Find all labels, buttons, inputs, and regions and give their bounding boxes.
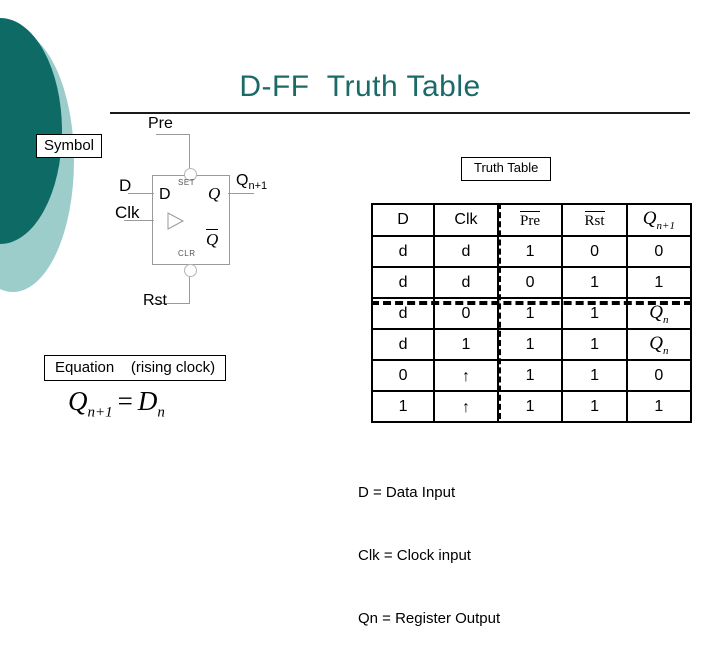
- equation-section-label: Equation (rising clock): [44, 355, 227, 382]
- table-async-sync-divider-vertical: [498, 203, 501, 419]
- cell-rst: 1: [561, 390, 628, 423]
- qnext-subscript: n+1: [248, 180, 268, 193]
- clr-inversion-bubble-icon: [184, 264, 197, 277]
- pin-set-label: SET: [178, 178, 196, 187]
- cell-rst: 0: [561, 235, 628, 268]
- column-header-qnext-math: Qn+1: [642, 208, 675, 232]
- legend-line-d: D = Data Input: [358, 484, 456, 501]
- legend-line-clk: Clk = Clock input: [358, 547, 471, 564]
- clock-edge-triangle-icon: [153, 212, 185, 230]
- column-header-qnext: Qn+1: [625, 203, 693, 237]
- cell-qnext: 1: [625, 390, 693, 423]
- equation-lhs-subscript: n+1: [87, 404, 113, 421]
- column-header-clk: Clk: [433, 203, 499, 237]
- cell-rst: 1: [561, 359, 628, 392]
- cell-qnext-subscript: n: [662, 344, 669, 357]
- column-header-rst: Rst: [561, 203, 628, 237]
- column-header-pre-overbar-text: Pre: [520, 210, 541, 229]
- table-row: 0 ↑ 1 1 0: [370, 359, 693, 392]
- pin-qbar-overbar-text: Q: [206, 229, 219, 249]
- page-title: D-FF Truth Table: [239, 70, 481, 103]
- rising-edge-arrow-icon: ↑: [461, 398, 470, 416]
- wire-pre-horizontal: [156, 134, 190, 135]
- symbol-input-pre-label: Pre: [148, 115, 173, 132]
- pin-q-label: Q: [208, 184, 221, 203]
- cell-qnext: 1: [625, 266, 693, 299]
- pin-d-label: D: [159, 186, 171, 203]
- table-header-row: D Clk Pre Rst Qn+1: [370, 203, 693, 237]
- symbol-input-d-label: D: [119, 176, 132, 195]
- cell-qnext-subscript: n: [662, 313, 669, 326]
- cell-clk: d: [433, 235, 499, 268]
- legend-line-qn: Qn = Register Output: [358, 610, 501, 627]
- cell-clk: 1: [433, 328, 499, 361]
- rising-edge-arrow-icon: ↑: [461, 367, 470, 385]
- cell-rst: 1: [561, 328, 628, 361]
- table-row: d d 0 1 1: [370, 266, 693, 299]
- wire-d-input: [128, 193, 154, 194]
- symbol-output-qnext-label: Qn+1: [236, 173, 267, 192]
- cell-pre: 1: [496, 235, 564, 268]
- truth-table: D Clk Pre Rst Qn+1 d d 1 0 0 d d 0 1 1 d…: [370, 203, 693, 423]
- cell-clk: ↑: [433, 359, 499, 392]
- cell-pre: 0: [496, 266, 564, 299]
- equation-rhs: D: [137, 386, 158, 416]
- symbol-input-rst-label: Rst: [143, 292, 167, 309]
- cell-clk: ↑: [433, 390, 499, 423]
- symbol-section-label: Symbol: [36, 134, 103, 159]
- pin-qbar-label: Q: [206, 229, 219, 249]
- cell-qnext: 0: [625, 359, 693, 392]
- table-row: d d 1 0 0: [370, 235, 693, 268]
- truth-table-section-label: Truth Table: [461, 157, 552, 181]
- d-flipflop-symbol-diagram: D Clk Pre Rst Qn+1 D SET CLR Q Q: [110, 115, 330, 315]
- wire-pre-vertical: [189, 134, 190, 168]
- cell-d: d: [370, 235, 436, 268]
- cell-qnext: 0: [625, 235, 693, 268]
- cell-pre: 1: [496, 328, 564, 361]
- cell-d: 0: [370, 359, 436, 392]
- qnext-base: Q: [236, 172, 249, 189]
- cell-d: 1: [370, 390, 436, 423]
- equation-formula: Qn+1 = Dn: [68, 386, 165, 421]
- cell-d: d: [370, 328, 436, 361]
- equation-rhs-subscript: n: [157, 404, 165, 421]
- cell-qnext: Qn: [625, 328, 693, 361]
- legend-block: D = Data Input Clk = Clock input Qn = Re…: [358, 440, 500, 650]
- cell-clk: d: [433, 266, 499, 299]
- equation-operator: =: [117, 386, 133, 416]
- table-row: d 1 1 1 Qn: [370, 328, 693, 361]
- column-header-rst-overbar-text: Rst: [584, 210, 605, 229]
- equation-lhs: Q: [68, 386, 88, 416]
- symbol-input-clk-label: Clk: [115, 203, 140, 222]
- table-row: 1 ↑ 1 1 1: [370, 390, 693, 423]
- cell-qnext-base: Q: [649, 332, 663, 354]
- column-header-d: D: [370, 203, 436, 237]
- cell-d: d: [370, 266, 436, 299]
- table-async-sync-divider-horizontal: [371, 301, 692, 305]
- cell-pre: 1: [496, 359, 564, 392]
- title-divider: [110, 112, 690, 114]
- column-header-qnext-subscript: n+1: [656, 219, 675, 232]
- cell-qnext-math: Qn: [649, 332, 669, 357]
- cell-pre: 1: [496, 390, 564, 423]
- pin-clr-label: CLR: [178, 249, 196, 258]
- column-header-pre: Pre: [496, 203, 564, 237]
- column-header-qnext-base: Q: [642, 208, 657, 230]
- cell-rst: 1: [561, 266, 628, 299]
- wire-q-output: [228, 193, 254, 194]
